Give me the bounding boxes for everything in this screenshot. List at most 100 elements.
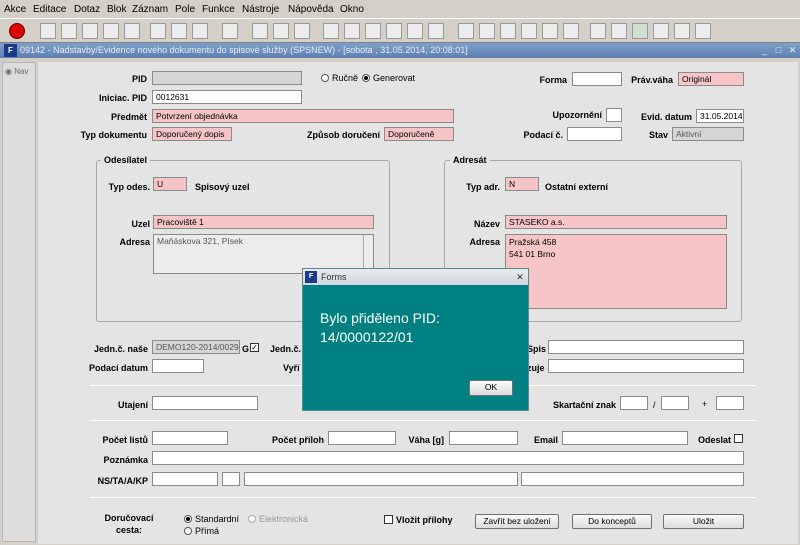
nazev-field[interactable]: STASEKO a.s. [505, 215, 727, 229]
filter-icon[interactable] [150, 23, 166, 39]
uzel-field[interactable]: Pracoviště 1 [153, 215, 374, 229]
ulozit-button[interactable]: Uložit [663, 514, 744, 529]
sheet-icon[interactable] [479, 23, 495, 39]
jednc-nase-label: Jedn.č. naše [93, 344, 148, 354]
vlozit-prilohy-checkbox[interactable] [384, 515, 393, 524]
cut-icon[interactable] [252, 23, 268, 39]
skartacni-field-3[interactable] [716, 396, 744, 410]
email-field[interactable] [562, 431, 688, 445]
close-icon[interactable]: ✕ [786, 44, 799, 56]
form-icon[interactable] [542, 23, 558, 39]
exit-icon[interactable] [9, 23, 25, 39]
window-icon[interactable] [674, 23, 690, 39]
app-logo-icon: F [4, 44, 17, 57]
g-checkbox[interactable]: ✓ [250, 343, 259, 352]
iniciac-pid-field[interactable]: 0012631 [152, 90, 302, 104]
paste-icon[interactable] [192, 23, 208, 39]
utajeni-field[interactable] [152, 396, 258, 410]
typ-dokumentu-field[interactable]: Doporučený dopis [152, 127, 232, 141]
prav-vaha-field[interactable]: Originál [678, 72, 744, 86]
spis-field[interactable] [548, 340, 744, 354]
nazev-label: Název [473, 219, 500, 229]
skartacni-field-1[interactable] [620, 396, 648, 410]
menu-zaznam[interactable]: Záznam [132, 4, 168, 15]
uje-field[interactable] [548, 359, 744, 373]
menu-pole[interactable]: Pole [175, 4, 195, 15]
ns-field-2[interactable] [222, 472, 240, 486]
typ-adr-label: Typ adr. [466, 182, 500, 192]
list-icon[interactable] [386, 23, 402, 39]
typ-odes-field[interactable]: U [153, 177, 187, 191]
pocet-priloh-field[interactable] [328, 431, 396, 445]
forma-field[interactable] [572, 72, 622, 86]
zavrit-button[interactable]: Zavřít bez uložení [475, 514, 559, 529]
menu-dotaz[interactable]: Dotaz [74, 4, 100, 15]
skartacni-plus: + [702, 399, 708, 409]
excel-icon[interactable] [632, 23, 648, 39]
settings-icon[interactable] [611, 23, 627, 39]
rucne-label: Ručně [332, 73, 359, 83]
adr-adresa-line1: Pražská 458 [509, 237, 557, 247]
delete-record-icon[interactable] [82, 23, 98, 39]
minimize-icon[interactable]: _ [758, 44, 771, 56]
vyri-label: Vyří [283, 363, 300, 373]
close-icon[interactable]: ✕ [514, 269, 526, 285]
document-icon[interactable] [365, 23, 381, 39]
podaci-c-field[interactable] [567, 127, 622, 141]
remove-icon[interactable] [124, 23, 140, 39]
pid-label: PID [131, 74, 147, 84]
pid-field[interactable] [152, 71, 302, 85]
zpusob-doruceni-field[interactable]: Doporučeně [384, 127, 454, 141]
ns-field-1[interactable] [152, 472, 218, 486]
menu-napoveda[interactable]: Nápověda [288, 4, 334, 15]
copy-icon[interactable] [171, 23, 187, 39]
g-label: G [242, 344, 250, 354]
calendar-icon[interactable] [344, 23, 360, 39]
menu-okno[interactable]: Okno [340, 4, 364, 15]
poznamka-field[interactable] [152, 451, 744, 465]
generovat-radio[interactable] [362, 74, 370, 82]
help-question-icon[interactable] [695, 23, 711, 39]
skartacni-field-2[interactable] [661, 396, 689, 410]
upozorneni-field[interactable] [606, 108, 622, 122]
menu-blok[interactable]: Blok [107, 4, 126, 15]
nav-button[interactable]: ◉ Nav [5, 67, 28, 76]
report-icon[interactable] [407, 23, 423, 39]
ns-field-3[interactable] [244, 472, 518, 486]
save-icon[interactable] [40, 23, 56, 39]
help-icon[interactable] [323, 23, 339, 39]
menu-nastroje[interactable]: Nástroje [242, 4, 279, 15]
ns-field-4[interactable] [521, 472, 744, 486]
prima-label: Přímá [195, 526, 220, 536]
odeslat-checkbox[interactable] [734, 434, 743, 443]
table-icon[interactable] [458, 23, 474, 39]
prav-vaha-label: Práv.váha [631, 75, 673, 85]
insert-icon[interactable] [103, 23, 119, 39]
prima-radio[interactable] [184, 527, 192, 535]
edit-icon[interactable] [273, 23, 289, 39]
print-icon[interactable] [61, 23, 77, 39]
export-icon[interactable] [653, 23, 669, 39]
rucne-radio[interactable] [321, 74, 329, 82]
menu-editace[interactable]: Editace [33, 4, 66, 15]
do-konceptu-button[interactable]: Do konceptů [572, 514, 652, 529]
vaha-field[interactable] [449, 431, 518, 445]
evid-datum-field[interactable]: 31.05.2014 [696, 109, 744, 123]
chart-icon[interactable] [521, 23, 537, 39]
calc-icon[interactable] [428, 23, 444, 39]
tools-icon[interactable] [590, 23, 606, 39]
adr-adresa-field[interactable]: Pražská 458 541 01 Brno [505, 234, 727, 309]
typ-adr-field[interactable]: N [505, 177, 539, 191]
podaci-datum-field[interactable] [152, 359, 204, 373]
attach-icon[interactable] [222, 23, 238, 39]
menu-akce[interactable]: Akce [4, 4, 26, 15]
ok-button[interactable]: OK [469, 380, 513, 396]
query-icon[interactable] [294, 23, 310, 39]
record-icon[interactable] [563, 23, 579, 39]
standardni-radio[interactable] [184, 515, 192, 523]
predmet-field[interactable]: Potvrzení objednávka [152, 109, 454, 123]
grid-icon[interactable] [500, 23, 516, 39]
menu-funkce[interactable]: Funkce [202, 4, 235, 15]
maximize-icon[interactable]: □ [772, 44, 785, 56]
pocet-listu-field[interactable] [152, 431, 228, 445]
